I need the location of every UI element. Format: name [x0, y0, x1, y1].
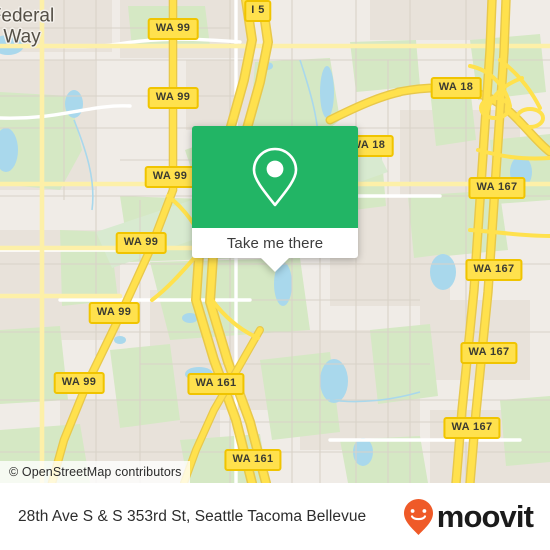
- attribution-text: © OpenStreetMap contributors: [9, 465, 182, 479]
- road-shield: WA 18: [430, 77, 482, 99]
- moovit-wordmark: moovit: [436, 499, 534, 534]
- road-shield: WA 99: [88, 302, 140, 324]
- location-callout-card[interactable]: Take me there: [192, 126, 358, 272]
- address-label: 28th Ave S & S 353rd St, Seattle Tacoma …: [18, 507, 367, 525]
- place-label-federal-way: Federal Way: [0, 5, 55, 47]
- road-shield: WA 161: [224, 449, 282, 471]
- road-shield: WA 99: [144, 166, 196, 188]
- map-canvas[interactable]: Federal Way I 5WA 99WA 99WA 18WA 18WA 99…: [0, 0, 550, 483]
- take-me-there-label: Take me there: [226, 234, 324, 252]
- road-shield: WA 99: [147, 87, 199, 109]
- map-pin-icon: [252, 147, 298, 207]
- road-shield: WA 99: [53, 372, 105, 394]
- road-shield: I 5: [244, 0, 272, 22]
- road-shield: WA 167: [465, 259, 523, 281]
- road-shield: WA 99: [115, 232, 167, 254]
- callout-pointer: [261, 258, 289, 272]
- road-shield: WA 167: [468, 177, 526, 199]
- moovit-pin-icon: [403, 498, 433, 535]
- road-shield: WA 167: [460, 342, 518, 364]
- footer-bar: 28th Ave S & S 353rd St, Seattle Tacoma …: [0, 483, 550, 550]
- moovit-logo[interactable]: moovit: [403, 498, 534, 536]
- road-shield: WA 167: [443, 417, 501, 439]
- callout-action-bar[interactable]: Take me there: [192, 228, 358, 258]
- moovit-map-screen: Federal Way I 5WA 99WA 99WA 18WA 18WA 99…: [0, 0, 550, 550]
- road-shield: WA 161: [187, 373, 245, 395]
- road-shield: WA 99: [147, 18, 199, 40]
- map-attribution[interactable]: © OpenStreetMap contributors: [0, 461, 190, 483]
- callout-icon-panel: [192, 126, 358, 228]
